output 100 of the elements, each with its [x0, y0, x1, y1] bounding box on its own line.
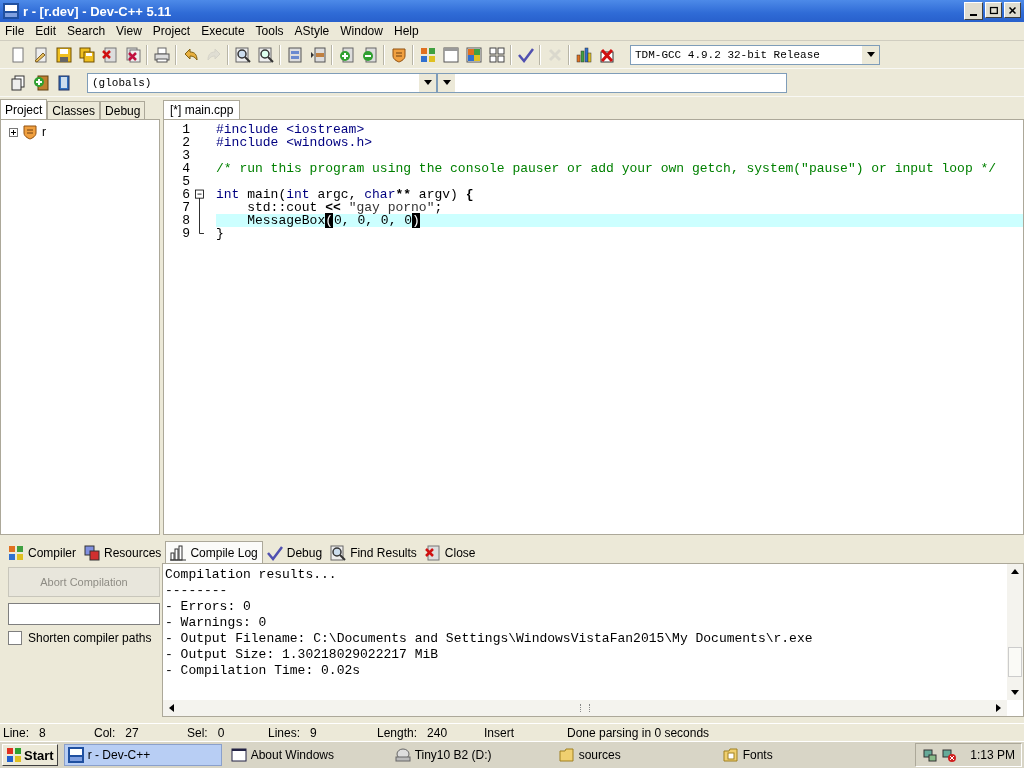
unindent-icon	[309, 46, 326, 63]
panel-tab[interactable]: Compile Log	[165, 541, 263, 563]
compiler-dropdown[interactable]: TDM-GCC 4.9.2 32-bit Release	[630, 44, 880, 65]
panel-tab[interactable]: Compiler	[4, 543, 80, 563]
close-icon	[1007, 4, 1018, 16]
floppies-icon	[78, 46, 95, 63]
line-number: 3	[181, 149, 190, 162]
checkbox-label: Shorten compiler paths	[28, 631, 152, 645]
line-number: 1	[181, 123, 190, 136]
menu-item[interactable]: Search	[62, 24, 112, 38]
checkmark-icon	[266, 545, 283, 561]
panel-tab[interactable]: Debug	[262, 543, 327, 563]
code-line: /* run this program using the console pauser or add your own getch, system("pause") or input loop */	[216, 162, 998, 175]
line-number: 5	[181, 175, 190, 188]
line-number: 9	[181, 227, 190, 240]
pages-x-icon	[124, 46, 141, 63]
log-line: - Errors: 0	[165, 599, 252, 615]
tree-item[interactable]: r	[42, 125, 46, 139]
file-tab[interactable]: [*] main.cpp	[163, 100, 241, 119]
expand-icon[interactable]	[9, 127, 18, 137]
page-plus-icon	[338, 46, 355, 63]
shield-icon	[22, 124, 38, 140]
panel-tab[interactable]: Close	[420, 543, 480, 563]
windows-logo-icon	[6, 747, 22, 763]
bar-chart-icon	[170, 544, 187, 561]
page-x-icon	[101, 46, 118, 63]
status-label: Line:	[3, 725, 30, 740]
printer-icon	[153, 46, 170, 63]
network-icon	[922, 747, 939, 763]
app-logo-icon	[67, 747, 84, 763]
menu-item[interactable]: Tools	[250, 24, 290, 38]
menu-item[interactable]: View	[111, 24, 148, 38]
menu-item[interactable]: Edit	[30, 24, 63, 38]
code-line: #include <windows.h>	[216, 136, 374, 149]
status-label: Lines:	[268, 725, 301, 740]
horizontal-scrollbar[interactable]	[163, 700, 1007, 716]
menu-item[interactable]: Project	[147, 24, 197, 38]
text-field[interactable]	[8, 603, 160, 625]
window-title: r - [r.dev] - Dev-C++ 5.11	[23, 3, 173, 19]
overlapping-squares-icon	[84, 545, 100, 561]
scroll-thumb[interactable]	[1008, 647, 1022, 677]
menu-item[interactable]: Help	[388, 24, 425, 38]
undo-icon	[182, 46, 199, 63]
menu-item[interactable]: Execute	[196, 24, 251, 38]
down-arrow-icon	[1011, 690, 1019, 695]
panel-tab[interactable]: Project	[0, 99, 48, 119]
minimize-button[interactable]	[964, 2, 983, 20]
caret-icon	[423, 80, 432, 85]
panel-tab[interactable]: Find Results	[326, 543, 421, 563]
code-line: #include <iostream>	[216, 123, 366, 136]
page-pencil-icon	[32, 46, 49, 63]
bookmark-icon	[55, 74, 72, 91]
taskbar-button[interactable]: Tiny10 B2 (D:)	[391, 744, 550, 766]
taskbar-button[interactable]: About Windows	[227, 744, 386, 766]
folder-icon	[722, 747, 739, 763]
taskbar-button[interactable]: sources	[555, 744, 714, 766]
status-value: 0	[217, 725, 225, 740]
menu-item[interactable]: Window	[335, 24, 389, 38]
status-value: 240	[427, 725, 448, 740]
panel-tab[interactable]: Classes	[47, 101, 101, 119]
panel-tab[interactable]: Resources	[80, 543, 166, 563]
right-arrow-icon	[996, 704, 1001, 712]
log-line: - Output Filename: C:\Documents and Settings\WindowsVistaFan2015\My Documents\r.exe	[165, 631, 814, 647]
line-number: 7	[181, 201, 190, 214]
checkbox[interactable]	[8, 631, 22, 645]
fold-toggle-icon	[194, 188, 205, 201]
disc-drive-icon	[394, 747, 411, 763]
close-button[interactable]	[1004, 2, 1021, 18]
code-line: }	[216, 227, 225, 240]
page-icon	[9, 46, 26, 63]
up-arrow-icon	[1011, 569, 1019, 574]
clock: 1:13 PM	[970, 748, 1015, 762]
panel-tab[interactable]: Debug	[100, 101, 146, 119]
scope-dropdown[interactable]: (globals)	[87, 72, 437, 93]
magnifier-page-icon	[257, 46, 274, 63]
left-arrow-icon	[169, 704, 174, 712]
network-x-icon	[941, 747, 958, 763]
status-value: 9	[310, 725, 317, 740]
bar-chart-icon	[575, 46, 592, 63]
line-number: 8	[181, 214, 190, 227]
code-line: std::cout << "gay porno";	[246, 201, 443, 214]
member-dropdown[interactable]	[437, 72, 787, 93]
status-value: 8	[39, 725, 46, 740]
shield-icon	[390, 46, 407, 63]
magnifier-page-icon	[330, 545, 347, 561]
start-button[interactable]: Start	[2, 744, 58, 766]
code-line: int main(int argc, char** argv) {	[216, 188, 475, 201]
magnifier-page-icon	[234, 46, 251, 63]
taskbar-button[interactable]: r - Dev-C++	[63, 744, 222, 766]
windows-icon	[9, 74, 26, 91]
squares-icon	[419, 46, 436, 63]
menu-item[interactable]: File	[0, 24, 31, 38]
folder-icon	[558, 747, 575, 763]
window-icon	[442, 46, 459, 63]
app-logo-icon	[3, 3, 19, 19]
page-plus-icon	[32, 74, 49, 91]
vertical-scrollbar[interactable]	[1007, 564, 1023, 700]
menu-item[interactable]: AStyle	[289, 24, 336, 38]
taskbar-button[interactable]: Fonts	[719, 744, 878, 766]
maximize-button[interactable]	[985, 2, 1002, 18]
